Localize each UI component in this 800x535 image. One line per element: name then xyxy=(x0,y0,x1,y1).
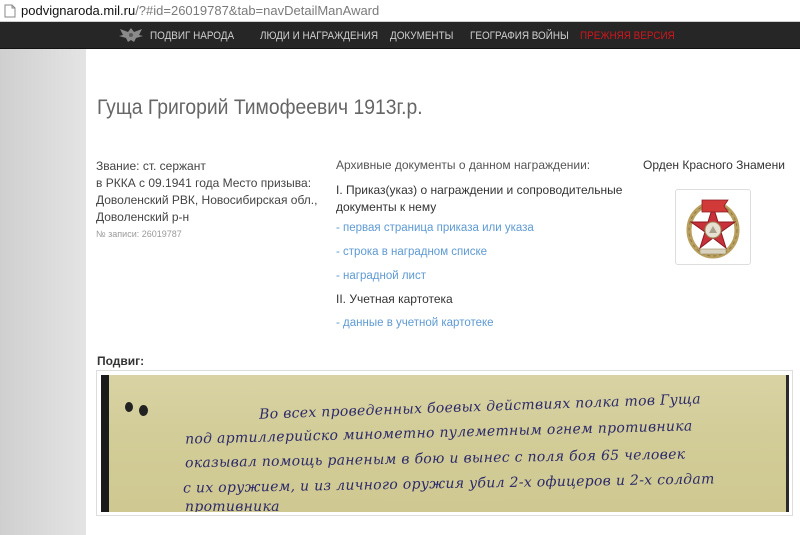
url-path: /?#id=26019787&tab=navDetailManAward xyxy=(135,3,380,18)
link-award-list-row[interactable]: - строка в наградном списке xyxy=(336,246,487,258)
documents-heading: Архивные документы о данном награждении: xyxy=(336,158,591,172)
handwritten-line-3: оказывал помощь раненым в бою и вынес с … xyxy=(184,446,686,472)
page-icon xyxy=(4,4,18,18)
scan-right-edge xyxy=(786,375,789,512)
award-name: Орден Красного Знамени xyxy=(643,158,785,172)
punch-hole xyxy=(139,405,148,416)
nav-item-old-version[interactable]: ПРЕЖНЯЯ ВЕРСИЯ xyxy=(580,30,675,42)
nav-item-documents[interactable]: ДОКУМЕНТЫ xyxy=(390,30,462,42)
order-red-banner-icon xyxy=(686,199,740,259)
url-text[interactable]: podvignaroda.mil.ru/?#id=26019787&tab=na… xyxy=(21,3,379,18)
link-order-first-page[interactable]: - первая страница приказа или указа xyxy=(336,222,534,234)
handwritten-line-1: Во всех проведенных боевых действиях пол… xyxy=(258,391,702,423)
service-line-3: Доволенский р-н xyxy=(96,210,190,224)
address-bar[interactable]: podvignaroda.mil.ru/?#id=26019787&tab=na… xyxy=(0,0,800,22)
page-title: Гуща Григорий Тимофеевич 1913г.р. xyxy=(97,96,423,119)
scan-left-edge xyxy=(101,375,109,512)
url-domain: podvignaroda.mil.ru xyxy=(21,3,136,18)
nav-item-war-geography[interactable]: ГЕОГРАФИЯ ВОЙНЫ xyxy=(470,30,569,42)
service-line-1: в РККА с 09.1941 года Место призыва: xyxy=(96,176,312,190)
award-image[interactable] xyxy=(675,189,751,265)
handwritten-line-2: под артиллерийско минометно пулеметным о… xyxy=(184,418,693,448)
top-navigation: ПОДВИГ НАРОДА ЛЮДИ И НАГРАЖДЕНИЯ ДОКУМЕН… xyxy=(0,22,800,49)
feat-label: Подвиг: xyxy=(97,354,145,368)
eagle-emblem-icon[interactable] xyxy=(117,26,145,44)
section-order-title: I. Приказ(указ) о награждении и сопровод… xyxy=(336,183,623,214)
punch-hole xyxy=(125,402,133,412)
person-info: Звание: ст. сержант в РККА с 09.1941 год… xyxy=(96,158,326,226)
section-card-index-title: II. Учетная картотека xyxy=(336,292,453,306)
handwritten-line-5: противника xyxy=(185,499,280,512)
page-background xyxy=(0,49,86,535)
record-number: № записи: 26019787 xyxy=(96,229,182,239)
rank-line: Звание: ст. сержант xyxy=(96,159,206,173)
nav-item-people-awards[interactable]: ЛЮДИ И НАГРАЖДЕНИЯ xyxy=(260,30,378,42)
link-award-sheet[interactable]: - наградной лист xyxy=(336,270,426,282)
feat-document-scan[interactable]: Во всех проведенных боевых действиях пол… xyxy=(101,375,789,512)
service-line-2: Доволенский РВК, Новосибирская обл., xyxy=(96,193,318,207)
handwritten-line-4: с их оружием, и из личного оружия убил 2… xyxy=(182,471,715,497)
nav-item-podvig-naroda[interactable]: ПОДВИГ НАРОДА xyxy=(150,30,249,42)
link-card-index-data[interactable]: - данные в учетной картотеке xyxy=(336,317,494,329)
